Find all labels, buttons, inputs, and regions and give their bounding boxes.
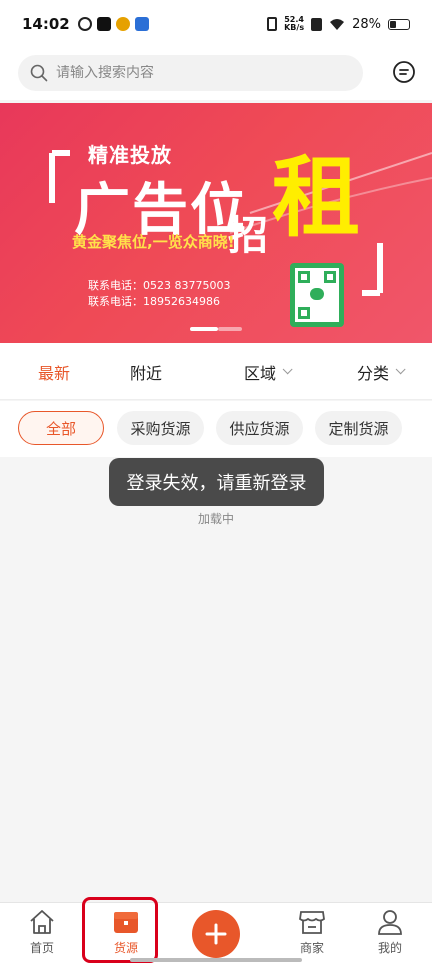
status-time: 14:02 xyxy=(22,15,70,33)
chevron-down-icon xyxy=(395,364,406,375)
weibo-icon xyxy=(115,17,130,31)
tiktok-icon xyxy=(96,17,111,31)
nav-profile[interactable]: 我的 xyxy=(360,909,420,956)
app-icon xyxy=(134,17,149,31)
chip-custom[interactable]: 定制货源 xyxy=(315,411,402,445)
net-speed: 52.4 KB/s xyxy=(284,15,305,32)
highlight-box xyxy=(82,897,158,963)
chip-all[interactable]: 全部 xyxy=(18,411,104,445)
nav-home[interactable]: 首页 xyxy=(12,909,72,956)
tab-region[interactable]: 区域 xyxy=(244,343,293,400)
app-notification-icon xyxy=(77,17,92,31)
user-icon xyxy=(378,910,402,935)
store-icon xyxy=(299,911,325,934)
nav-merchants[interactable]: 商家 xyxy=(282,909,342,956)
ad-banner[interactable]: 精准投放 广告位 招 租 黄金聚焦位,一览众商晓! 联系电话：0523 8377… xyxy=(0,103,432,343)
banner-phone-2: 联系电话：18952634986 xyxy=(88,295,220,308)
chip-purchase[interactable]: 采购货源 xyxy=(117,411,204,445)
toast-message: 登录失效，请重新登录 xyxy=(109,458,324,506)
chevron-down-icon xyxy=(282,364,293,375)
wifi-icon xyxy=(330,19,345,30)
tab-nearby[interactable]: 附近 xyxy=(130,343,162,400)
battery-icon xyxy=(388,18,410,30)
banner-zu: 租 xyxy=(272,146,361,249)
home-indicator xyxy=(130,958,302,962)
filter-bar: 最新 附近 区域 分类 xyxy=(0,343,432,400)
tab-latest[interactable]: 最新 xyxy=(38,343,70,400)
plus-icon xyxy=(205,923,227,945)
loading-text: 加载中 xyxy=(197,512,234,526)
qr-code xyxy=(290,263,344,327)
search-input[interactable] xyxy=(56,65,336,81)
category-chips: 全部 采购货源 供应货源 定制货源 xyxy=(0,401,432,457)
publish-button[interactable] xyxy=(192,910,240,958)
tab-category[interactable]: 分类 xyxy=(357,343,406,400)
message-icon[interactable] xyxy=(392,60,416,84)
banner-phone-1: 联系电话：0523 83775003 xyxy=(88,279,231,292)
banner-slogan: 黄金聚焦位,一览众商晓! xyxy=(72,233,235,251)
search-icon xyxy=(30,64,48,82)
chip-supply[interactable]: 供应货源 xyxy=(216,411,303,445)
battery-percent: 28% xyxy=(352,16,381,32)
status-right: 52.4 KB/s 28% xyxy=(267,0,410,48)
sim-icon xyxy=(311,17,323,31)
home-icon xyxy=(30,910,54,934)
carousel-indicator xyxy=(190,327,242,331)
search-row xyxy=(0,48,432,100)
status-bar: 14:02 52.4 KB/s 28% xyxy=(0,0,432,48)
search-bar[interactable] xyxy=(18,55,363,91)
vibrate-icon xyxy=(267,17,278,31)
banner-subtitle: 精准投放 xyxy=(88,143,172,167)
notification-icons xyxy=(77,17,149,31)
